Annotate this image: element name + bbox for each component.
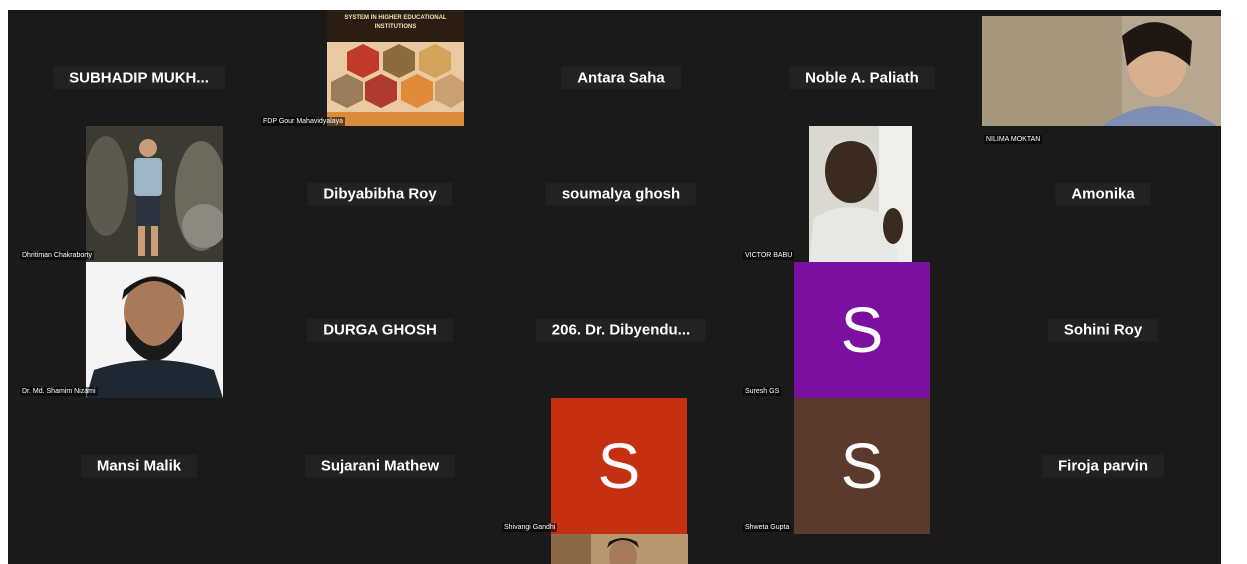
- participant-name: soumalya ghosh: [545, 182, 697, 206]
- participant-name: Shweta Gupta: [743, 523, 792, 532]
- video-gallery: SUBHADIP MUKH... SYSTEM IN HIGHER EDUCAT…: [8, 10, 1221, 564]
- participant-name: Sujarani Mathew: [304, 454, 456, 478]
- participant-avatar: S: [551, 398, 687, 534]
- participant-tile[interactable]: S Shweta Gupta: [741, 398, 983, 534]
- participant-name: Dibyabibha Roy: [307, 182, 453, 206]
- participant-name: Noble A. Paliath: [789, 66, 935, 90]
- participant-video-partial: [551, 534, 688, 564]
- participant-tile[interactable]: Dibyabibha Roy: [259, 126, 501, 262]
- participant-tile[interactable]: Amonika: [982, 126, 1221, 262]
- participant-video: SYSTEM IN HIGHER EDUCATIONAL INSTITUTION…: [327, 10, 464, 126]
- participant-tile[interactable]: DURGA GHOSH: [259, 262, 501, 398]
- slide-title: SYSTEM IN HIGHER EDUCATIONAL INSTITUTION…: [344, 15, 447, 30]
- participant-tile[interactable]: S Shivangi Gandhi: [500, 398, 742, 534]
- participant-name: DURGA GHOSH: [307, 318, 453, 342]
- participant-name: Amonika: [1055, 182, 1151, 206]
- participant-tile[interactable]: 206. Dr. Dibyendu...: [500, 262, 742, 398]
- participant-tile[interactable]: soumalya ghosh: [500, 126, 742, 262]
- participant-name: Suresh GS: [743, 387, 782, 396]
- participant-avatar: S: [794, 262, 930, 398]
- participant-name: Dr. Md. Shamim Nizami: [20, 387, 98, 396]
- participant-tile[interactable]: Mansi Malik: [18, 398, 260, 534]
- participant-name: Antara Saha: [561, 66, 681, 90]
- participant-video: [86, 126, 223, 262]
- participant-video: [86, 262, 223, 398]
- participant-tile[interactable]: Dhritiman Chakraborty: [18, 126, 260, 262]
- participant-tile[interactable]: Sujarani Mathew: [259, 398, 501, 534]
- participant-tile[interactable]: S Suresh GS: [741, 262, 983, 398]
- participant-video: [982, 16, 1221, 126]
- participant-tile[interactable]: VICTOR BABU: [741, 126, 983, 262]
- participant-tile[interactable]: Firoja parvin: [982, 398, 1221, 534]
- slide-title-bar: SYSTEM IN HIGHER EDUCATIONAL INSTITUTION…: [327, 10, 464, 42]
- participant-tile[interactable]: Dr. Md. Shamim Nizami: [18, 262, 260, 398]
- participant-name: Mansi Malik: [80, 454, 198, 478]
- participant-name: Shivangi Gandhi: [502, 523, 558, 532]
- participant-name: SUBHADIP MUKH...: [53, 66, 225, 90]
- participant-name: Firoja parvin: [1041, 454, 1165, 478]
- participant-avatar: S: [794, 398, 930, 534]
- participant-name: FDP Gour Mahavidyalaya: [261, 117, 346, 126]
- participant-name: 206. Dr. Dibyendu...: [535, 318, 707, 342]
- slide-collage-image: [327, 42, 464, 126]
- participant-name: Sohini Roy: [1047, 318, 1159, 342]
- participant-tile[interactable]: Sohini Roy: [982, 262, 1221, 398]
- participant-video: [809, 126, 912, 262]
- participant-name: Dhritiman Chakraborty: [20, 251, 95, 260]
- participant-name: VICTOR BABU: [743, 251, 795, 260]
